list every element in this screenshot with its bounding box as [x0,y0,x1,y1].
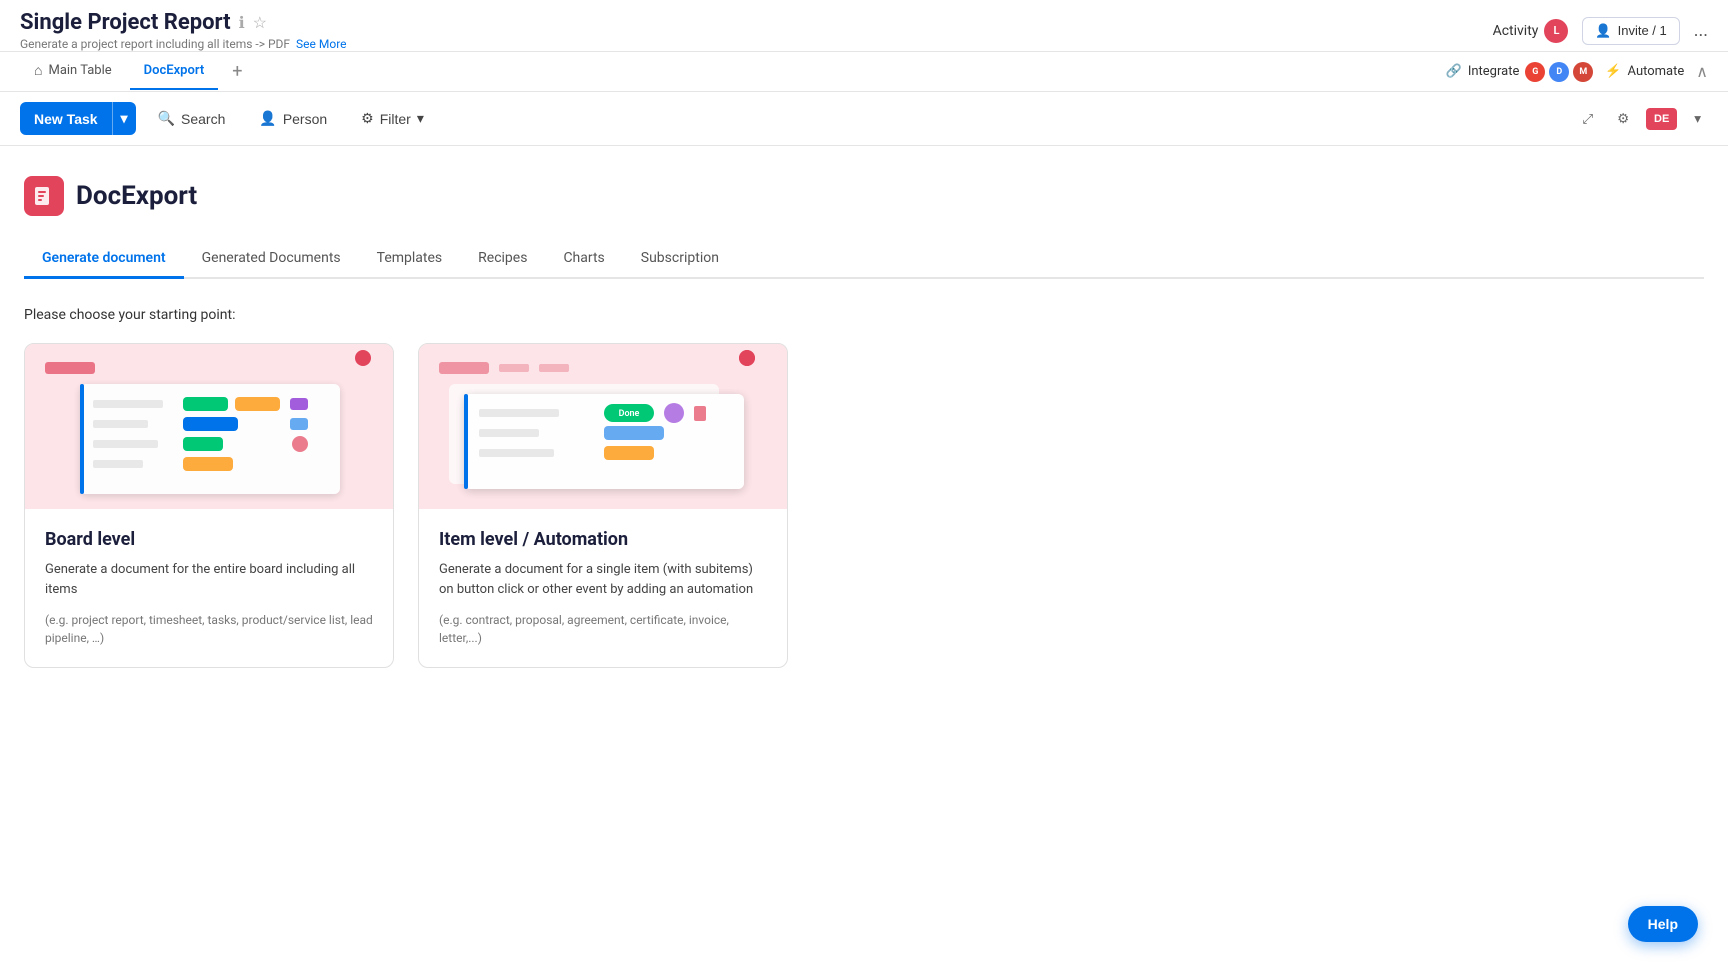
settings-icon[interactable]: ⚙ [1610,104,1636,134]
inner-tabs: Generate document Generated Documents Te… [24,240,1704,279]
gmail-icon: M [1573,62,1593,82]
docexport-logo [24,176,64,216]
item-level-card[interactable]: Done [418,343,788,668]
search-button[interactable]: 🔍 Search [146,103,238,134]
bolt-icon: ⚡ [1605,64,1621,79]
subtitle: Generate a project report including all … [20,37,347,51]
expand-icon[interactable]: ⤢ [1575,104,1600,134]
inner-tab-generated[interactable]: Generated Documents [184,240,359,279]
collapse-button[interactable]: ∧ [1696,62,1708,81]
star-icon[interactable]: ☆ [253,13,267,32]
help-button[interactable]: Help [1628,906,1698,942]
docexport-app-icon[interactable]: DE [1646,108,1677,130]
tab-docexport-label: DocExport [144,63,205,78]
more-options-button[interactable]: ... [1694,20,1708,41]
board-level-body: Board level Generate a document for the … [25,509,393,667]
starting-point-label: Please choose your starting point: [24,307,1704,323]
inner-tab-generate-label: Generate document [42,250,166,266]
docexport-title: DocExport [76,181,197,211]
inner-tab-generate[interactable]: Generate document [24,240,184,279]
header-left: Single Project Report ℹ ☆ Generate a pro… [20,10,347,51]
toolbar-right: ⤢ ⚙ DE ▾ [1575,104,1708,134]
item-level-desc: Generate a document for a single item (w… [439,560,767,599]
new-task-dropdown-arrow[interactable]: ▾ [112,102,136,135]
inner-tab-recipes-label: Recipes [478,250,527,266]
link-icon: 🔗 [1446,64,1462,79]
filter-icon: ⚙ [361,110,374,127]
board-level-card[interactable]: Board level Generate a document for the … [24,343,394,668]
info-icon[interactable]: ℹ [239,13,245,32]
view-arrow-icon[interactable]: ▾ [1687,104,1708,134]
tab-docexport[interactable]: DocExport [130,53,219,90]
board-level-image [25,344,393,509]
item-level-image: Done [419,344,787,509]
inner-tab-templates-label: Templates [377,250,443,266]
integration-icons: G D M [1525,62,1593,82]
cards-container: Board level Generate a document for the … [24,343,1704,668]
tab-bar: ⌂ Main Table DocExport + 🔗 Integrate G D… [0,52,1728,92]
activity-avatar: L [1544,19,1568,43]
new-task-label: New Task [20,103,112,135]
automate-button[interactable]: ⚡ Automate [1605,64,1684,79]
tab-main-table-label: Main Table [48,63,111,78]
see-more-link[interactable]: See More [296,37,346,51]
item-level-examples: (e.g. contract, proposal, agreement, cer… [439,611,767,647]
inner-tab-subscription[interactable]: Subscription [623,240,737,279]
inner-tab-subscription-label: Subscription [641,250,719,266]
integrate-button[interactable]: 🔗 Integrate G D M [1446,62,1594,82]
filter-button[interactable]: ⚙ Filter ▾ [349,103,436,134]
add-tab-button[interactable]: + [222,53,252,90]
board-level-title: Board level [45,529,373,550]
svg-text:Done: Done [619,409,640,419]
toolbar: New Task ▾ 🔍 Search 👤 Person ⚙ Filter ▾ … [0,92,1728,146]
activity-label: Activity [1493,23,1539,39]
filter-arrow: ▾ [417,110,424,127]
search-label: Search [181,111,225,127]
docexport-header: DocExport [24,176,1704,216]
person-icon: 👤 [259,110,276,127]
new-task-button[interactable]: New Task ▾ [20,102,136,135]
inner-tab-templates[interactable]: Templates [359,240,461,279]
inner-tab-generated-label: Generated Documents [202,250,341,266]
person-button[interactable]: 👤 Person [247,103,339,134]
drive-icon: D [1549,62,1569,82]
top-header: Single Project Report ℹ ☆ Generate a pro… [0,0,1728,52]
person-icon-invite: 👤 [1595,23,1611,39]
home-icon: ⌂ [34,62,42,79]
inner-tab-charts-label: Charts [563,250,604,266]
google-icon: G [1525,62,1545,82]
search-icon: 🔍 [158,110,175,127]
activity-button[interactable]: Activity L [1493,19,1569,43]
invite-button[interactable]: 👤 Invite / 1 [1582,17,1679,45]
board-level-desc: Generate a document for the entire board… [45,560,373,599]
page-title: Single Project Report [20,10,231,35]
board-level-examples: (e.g. project report, timesheet, tasks, … [45,611,373,647]
subtitle-text: Generate a project report including all … [20,37,290,51]
invite-label: Invite / 1 [1618,23,1667,38]
tab-bar-right: 🔗 Integrate G D M ⚡ Automate ∧ [1446,62,1708,82]
item-level-body: Item level / Automation Generate a docum… [419,509,787,667]
automate-label: Automate [1628,64,1685,79]
person-label: Person [283,111,327,127]
tab-main-table[interactable]: ⌂ Main Table [20,52,126,91]
integrate-label: Integrate [1468,64,1520,79]
item-level-title: Item level / Automation [439,529,767,550]
filter-label: Filter [380,111,411,127]
main-content: DocExport Generate document Generated Do… [0,146,1728,698]
title-row: Single Project Report ℹ ☆ [20,10,347,35]
inner-tab-recipes[interactable]: Recipes [460,240,545,279]
header-right: Activity L 👤 Invite / 1 ... [1493,17,1708,45]
inner-tab-charts[interactable]: Charts [545,240,622,279]
